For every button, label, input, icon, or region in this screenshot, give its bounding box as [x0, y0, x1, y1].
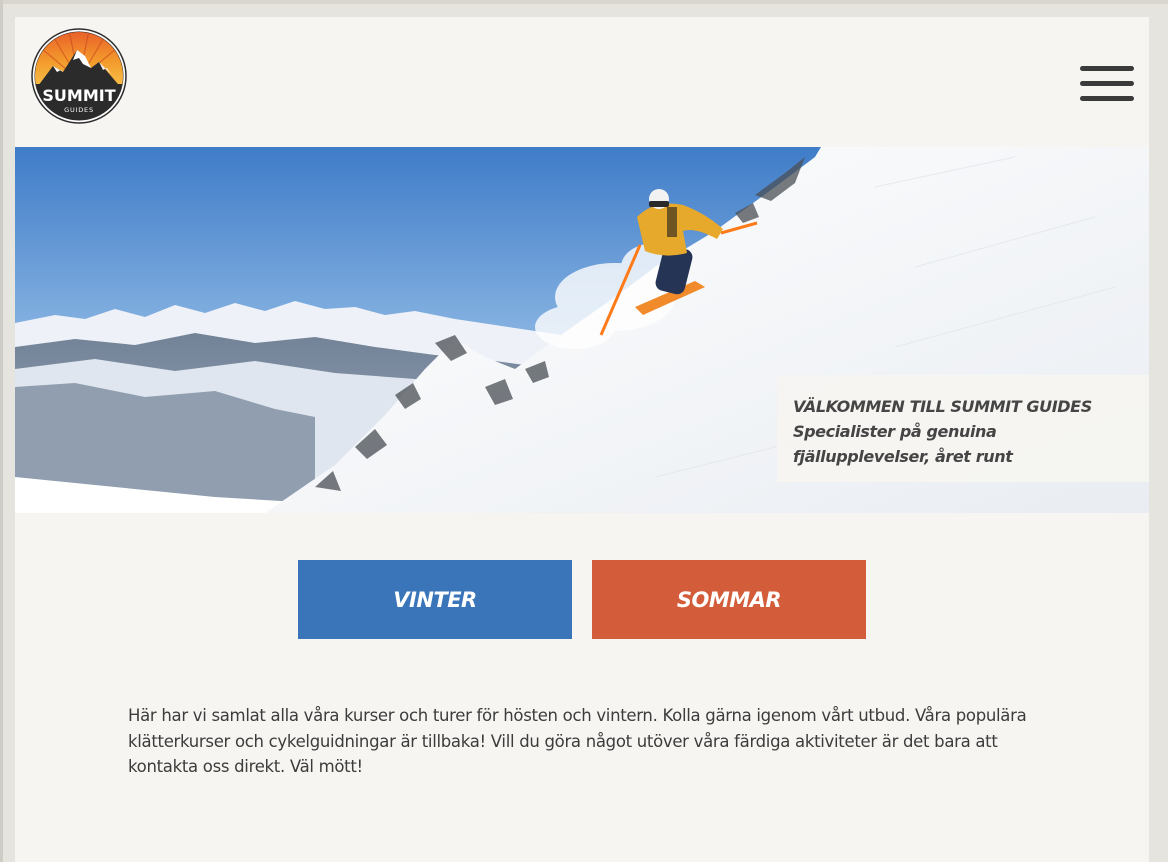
menu-bar-top — [1080, 66, 1134, 71]
logo-wordmark: SUMMIT — [42, 86, 115, 105]
menu-bar-bottom — [1080, 96, 1134, 101]
summit-guides-logo[interactable]: SUMMIT GUIDES — [31, 28, 127, 124]
page: SUMMIT GUIDES VÄLKOMMEN TILL SUMMIT GUID… — [15, 17, 1149, 862]
hero-subtitle: Specialister på genuina fjällupplevelser… — [793, 422, 1013, 466]
winter-button[interactable]: VINTER — [298, 560, 572, 639]
browser-left-edge — [0, 0, 3, 862]
menu-bar-middle — [1080, 81, 1134, 86]
browser-top-edge — [0, 0, 1168, 4]
hero-caption: VÄLKOMMEN TILL SUMMIT GUIDES Specialiste… — [777, 375, 1149, 482]
logo-subwordmark: GUIDES — [64, 106, 94, 114]
hamburger-menu-icon[interactable] — [1080, 66, 1134, 102]
summer-button[interactable]: SOMMAR — [592, 560, 866, 639]
hero-banner: VÄLKOMMEN TILL SUMMIT GUIDES Specialiste… — [15, 147, 1149, 513]
intro-text: Här har vi samlat alla våra kurser och t… — [128, 706, 1027, 776]
hero-title: VÄLKOMMEN TILL SUMMIT GUIDES — [793, 397, 1092, 416]
